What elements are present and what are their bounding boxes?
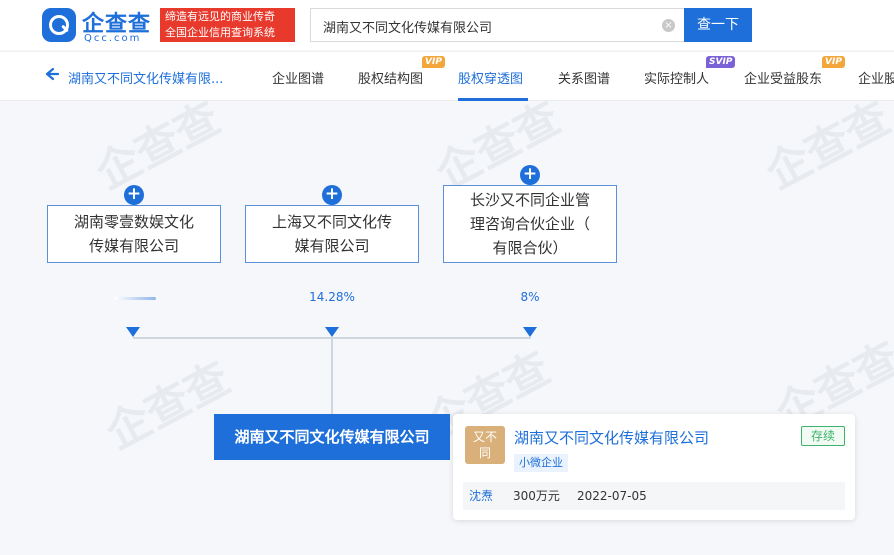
company-name-link[interactable]: 湖南又不同文化传媒有限公司 [514, 427, 709, 448]
back-arrow-icon[interactable] [44, 66, 60, 82]
company-tag: 小微企业 [514, 454, 568, 472]
shareholder-name-line: 长沙又不同企业管 [469, 191, 590, 209]
down-arrow-icon [523, 327, 537, 337]
tab-enterprise-graph[interactable]: 企业图谱 [272, 68, 324, 87]
share-percent: 8% [520, 290, 540, 304]
company-info-row: 沈焘 300万元 2022-07-05 [463, 482, 845, 510]
shareholder-node[interactable]: 长沙又不同企业管 理咨询合伙企业（ 有限合伙） [443, 185, 617, 263]
logo-subtext: Qcc.com [84, 33, 142, 44]
shareholder-name-line: 有限合伙） [492, 239, 568, 257]
slogan-line-2: 全国企业信用查询系统 [165, 26, 275, 39]
company-info-card: 又不 同 湖南又不同文化传媒有限公司 存续 小微企业 沈焘 300万元 2022… [453, 414, 855, 520]
search-button[interactable]: 查一下 [684, 8, 752, 42]
tab-enterprise-shares[interactable]: 企业股 [858, 68, 894, 87]
down-arrow-icon [126, 327, 140, 337]
expand-plus-icon[interactable]: + [322, 185, 342, 205]
tab-equity-penetration[interactable]: 股权穿透图 [458, 68, 523, 87]
back-company-link[interactable]: 湖南又不同文化传媒有限... [68, 68, 223, 87]
vip-badge: VIP [422, 56, 445, 68]
expand-plus-icon[interactable]: + [124, 185, 144, 205]
shareholder-name-line: 媒有限公司 [294, 237, 370, 255]
search-value: 湖南又不同文化传媒有限公司 [323, 21, 493, 36]
tab-nav: 湖南又不同文化传媒有限... 企业图谱 股权结构图 VIP 股权穿透图 关系图谱… [0, 51, 894, 101]
established-date: 2022-07-05 [577, 489, 647, 503]
percent-placeholder-bar [114, 297, 156, 300]
tab-beneficial-owners[interactable]: 企业受益股东 [744, 68, 822, 87]
slogan-banner: 缔造有远见的商业传奇 全国企业信用查询系统 [160, 8, 295, 42]
expand-plus-icon[interactable]: + [520, 165, 540, 185]
company-logo: 又不 同 [465, 426, 505, 464]
tab-equity-structure[interactable]: 股权结构图 [358, 68, 423, 87]
status-badge: 存续 [801, 426, 845, 446]
shareholder-node[interactable]: 湖南零壹数娱文化 传媒有限公司 [47, 205, 221, 263]
company-logo-text: 同 [478, 446, 491, 460]
vip-badge: VIP [822, 56, 845, 68]
qcc-logo[interactable]: 企查查 Qcc.com [42, 6, 162, 46]
registered-capital: 300万元 [513, 489, 560, 503]
share-percent: 14.28% [309, 290, 355, 304]
slogan-line-1: 缔造有远见的商业传奇 [165, 10, 275, 23]
legal-person-link[interactable]: 沈焘 [469, 482, 493, 510]
active-tab-indicator [458, 98, 528, 101]
shareholder-name-line: 传媒有限公司 [88, 237, 179, 255]
down-arrow-icon [325, 327, 339, 337]
shareholder-node[interactable]: 上海又不同文化传 媒有限公司 [245, 205, 419, 263]
top-bar: 企查查 Qcc.com 缔造有远见的商业传奇 全国企业信用查询系统 湖南又不同文… [0, 0, 894, 50]
clear-icon[interactable]: × [662, 19, 675, 32]
tab-actual-controller[interactable]: 实际控制人 [644, 68, 709, 87]
tab-relation-graph[interactable]: 关系图谱 [558, 68, 610, 87]
logo-icon [42, 8, 76, 42]
company-logo-text: 又不 [472, 430, 497, 444]
search-input[interactable]: 湖南又不同文化传媒有限公司 × [310, 8, 684, 42]
connector-vertical [331, 338, 333, 414]
shareholder-name-line: 湖南零壹数娱文化 [73, 213, 194, 231]
shareholder-name-line: 理咨询合伙企业（ [469, 215, 590, 233]
svip-badge: SVIP [706, 56, 736, 68]
shareholder-name-line: 上海又不同文化传 [271, 213, 392, 231]
target-company-node[interactable]: 湖南又不同文化传媒有限公司 [214, 414, 450, 460]
